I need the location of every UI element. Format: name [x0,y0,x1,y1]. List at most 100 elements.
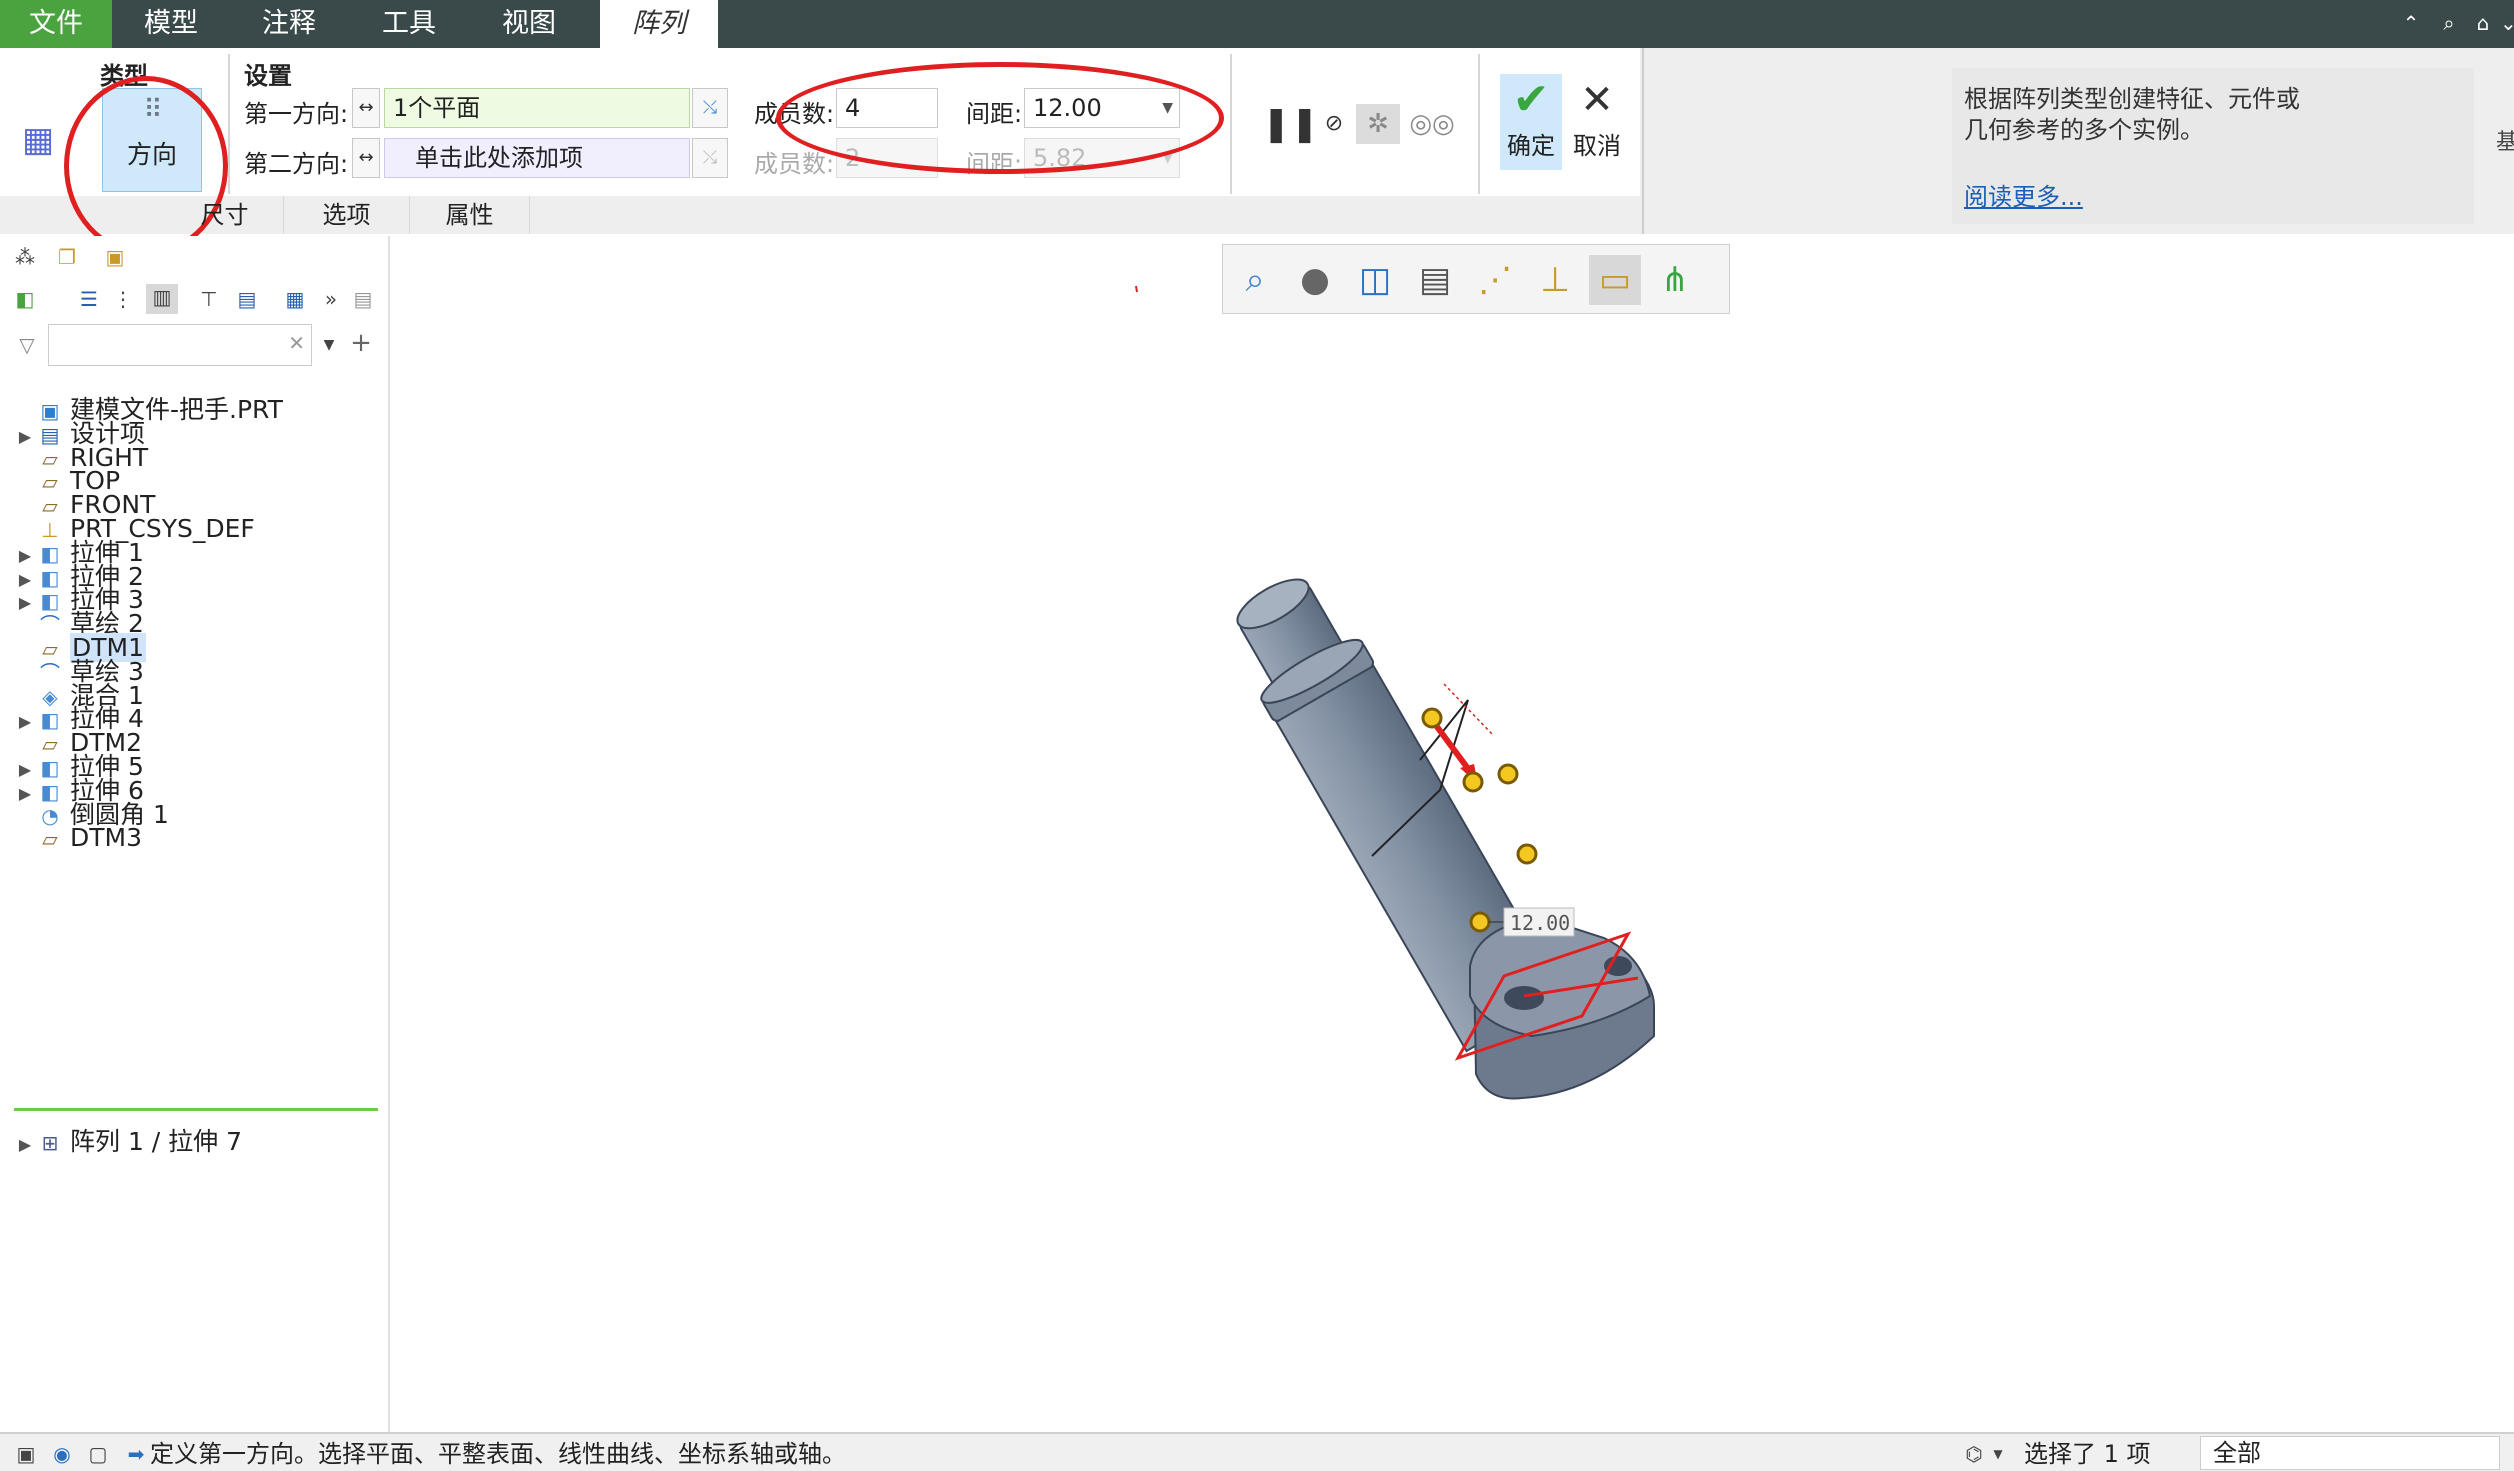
datum-plane-icon: ▱ [42,827,58,852]
tree-item-label: 阵列 1 / 拉伸 7 [70,1127,243,1156]
spacing1-input[interactable]: 12.00 ▼ [1024,88,1180,128]
tab-view[interactable]: 视图 [470,0,588,48]
members2-input[interactable]: 2 [836,138,938,178]
ok-label: 确定 [1507,132,1555,160]
expand-arrow-icon[interactable]: ▶ [14,1127,36,1163]
cancel-label: 取消 [1573,132,1621,160]
status-message: 定义第一方向。选择平面、平整表面、线性曲线、坐标系轴或轴。 [150,1440,846,1468]
browser-icon[interactable]: ◉ [48,1440,76,1468]
tab-model[interactable]: 模型 [112,0,230,48]
subtab-properties[interactable]: 属性 [410,196,530,234]
selection-filter-dropdown[interactable]: 全部 [2200,1436,2500,1470]
message-arrow-icon: ➡ [127,1442,145,1466]
tab-annotate[interactable]: 注释 [230,0,348,48]
settings-group-label: 设置 [244,62,292,90]
pattern-member-marker[interactable] [1516,843,1538,865]
tree-item-label: DTM3 [70,823,142,853]
dimension-value[interactable]: 12.00 [1510,911,1570,935]
dir2-reference-field[interactable]: 单击此处添加项 [384,138,690,178]
cancel-button[interactable]: ✕ 取消 [1566,74,1628,170]
chevron-down-icon[interactable]: ▼ [1990,1440,2006,1468]
pattern-direction-arrow[interactable] [1429,718,1475,776]
subtab-options[interactable]: 选项 [284,196,410,234]
handle-bottom-lug [1469,916,1655,1100]
tree-collapse-icon[interactable]: ⋮ [110,286,136,312]
dir1-flip-icon[interactable]: ⤯ [692,88,728,128]
ok-button[interactable]: ✔ 确定 [1500,74,1562,170]
members1-label: 成员数: [754,100,835,128]
toggle-navigator-icon[interactable]: ▣ [12,1440,40,1468]
tree-item-pattern[interactable]: ▶ ⊞ 阵列 1 / 拉伸 7 [14,1124,242,1160]
tree-search-input[interactable]: ✕ [48,324,312,366]
glasses-preview-icon[interactable]: ◎◎ [1408,104,1456,144]
pattern-member-marker[interactable] [1497,763,1519,785]
pattern-icon: ⊞ [41,1131,59,1155]
tree-settings-icon[interactable]: ▤ [234,286,260,312]
add-icon[interactable]: + [348,330,374,356]
spacing1-label: 间距: [966,100,1023,128]
handle-part-model[interactable]: 12.00 [1215,561,1655,1100]
help-text-line1: 根据阵列类型创建特征、元件或 [1964,85,2300,113]
lug-hole-1 [1504,986,1544,1010]
close-icon: ✕ [1580,77,1614,123]
pattern-table-icon[interactable]: ▦ [16,120,60,170]
tab-file[interactable]: 文件 [0,0,112,48]
verify-icon[interactable]: ✲ [1356,104,1400,144]
status-bar: ▣ ◉ ▢ ➡ 定义第一方向。选择平面、平整表面、线性曲线、坐标系轴或轴。 ⌬ … [0,1432,2514,1471]
model-tree-icon[interactable]: ⁂ [12,244,38,270]
group-divider [228,54,230,194]
subtab-dimensions[interactable]: 尺寸 [166,196,284,234]
help-panel: 根据阵列类型创建特征、元件或 几何参考的多个实例。 阅读更多... [1952,68,2474,224]
dir2-label: 第二方向: [244,150,349,178]
chevron-down-icon[interactable]: ▼ [1162,139,1173,177]
pause-icon[interactable]: ❚❚ [1262,104,1319,144]
dir1-flip-arrows-icon[interactable]: ↔ [352,88,380,128]
clear-icon[interactable]: ✕ [288,331,305,355]
chevron-down-icon[interactable]: ▼ [1162,89,1173,127]
direction-type-button[interactable]: ⠿ 方向 [102,88,202,192]
model-tree-panel: ⁂ ❐ ▣ ◧ ☰ ⋮ ▥ ⊤ ▤ ▦ » ▤ ▽ ✕ ▼ + ▣ 建模文件-把手… [0,236,390,1432]
members1-input[interactable]: 4 [836,88,938,128]
read-more-link[interactable]: 阅读更多... [1964,182,2083,213]
pattern-member-marker[interactable] [1469,911,1491,933]
dir2-flip-icon[interactable]: ⤯ [692,138,728,178]
part-view-icon[interactable]: ◧ [12,286,38,312]
fullscreen-icon[interactable]: ▢ [84,1440,112,1468]
tree-filter-icon[interactable]: ⊤ [196,286,222,312]
help-icon[interactable]: ⌂ [2470,10,2496,36]
chevron-down-icon[interactable]: ⌄ [2500,10,2514,36]
lug-hole-2 [1604,956,1632,976]
tree-item[interactable]: ▱ DTM3 [14,820,142,856]
help-text-line2: 几何参考的多个实例。 [1964,116,2204,144]
tree-list-icon[interactable]: ☰ [76,286,102,312]
pattern-member-marker[interactable] [1462,771,1484,793]
no-preview-icon[interactable]: ⊘ [1314,104,1354,144]
checkmark-icon: ✔ [1512,74,1550,125]
tab-pattern[interactable]: 阵列 [600,0,718,48]
dir1-reference-field[interactable]: 1个平面 [384,88,690,128]
notes-icon[interactable]: ▤ [350,286,376,312]
filter-icon[interactable]: ▽ [14,332,40,358]
pattern-ribbon: ▦ 类型 ⠿ 方向 设置 第一方向: ↔ 1个平面 ⤯ 第二方向: ↔ 单击此处… [0,48,2514,256]
layers-icon[interactable]: ❐ [54,244,80,270]
stray-mark [1135,285,1138,293]
more-icon[interactable]: » [318,286,344,312]
model-canvas: 12.00 [1135,285,1655,1100]
chevron-down-icon[interactable]: ▼ [316,332,342,358]
direction-grid-icon: ⠿ [143,95,162,125]
tab-tools[interactable]: 工具 [348,0,470,48]
find-binoculars-icon[interactable]: ⌬ [1960,1440,1988,1468]
spacing2-input[interactable]: 5.82 ▼ [1024,138,1180,178]
tree-columns-icon[interactable]: ▥ [146,284,178,314]
graphics-area[interactable]: ⌕ ● ◫ ▤ ⋰ ⊥ ▭ ⋔ 12.00 [392,236,2514,1432]
type-group-label: 类型 [100,62,148,90]
tree-table-icon[interactable]: ▦ [282,286,308,312]
dir2-flip-arrows-icon[interactable]: ↔ [352,138,380,178]
favorites-icon[interactable]: ▣ [102,244,128,270]
group-divider [1230,54,1232,194]
menu-bar: 文件 模型 注释 工具 视图 阵列 ⌃ ⌕ ⌂ ⌄ [0,0,2514,48]
pattern-member-marker[interactable] [1421,707,1443,729]
insert-here-line[interactable] [14,1108,378,1111]
search-icon[interactable]: ⌕ [2436,10,2462,36]
collapse-ribbon-icon[interactable]: ⌃ [2398,10,2424,36]
